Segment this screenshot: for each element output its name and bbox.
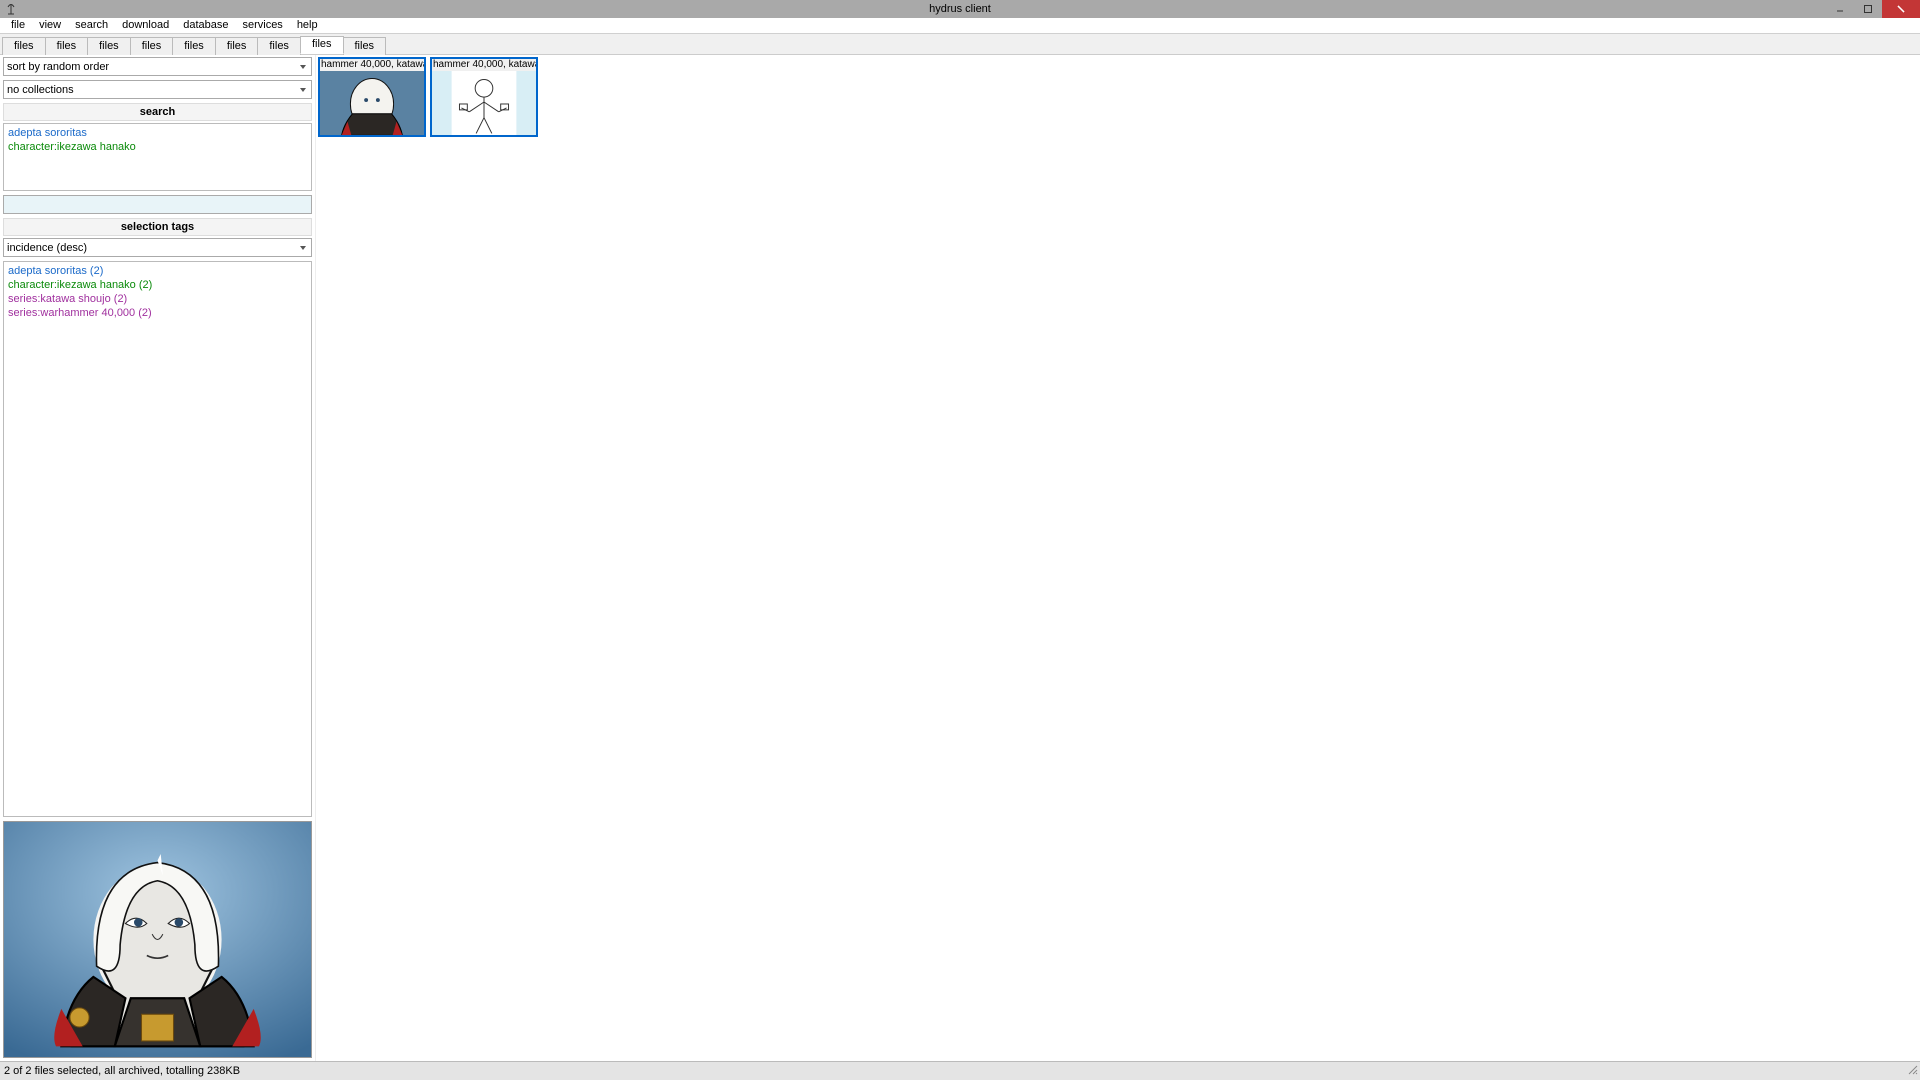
preview-image [4, 822, 311, 1057]
menu-download[interactable]: download [115, 18, 176, 33]
selection-sort-dropdown[interactable]: incidence (desc) [3, 238, 312, 257]
search-header: search [3, 103, 312, 121]
page-tab[interactable]: files [300, 36, 344, 54]
selection-tag[interactable]: character:ikezawa hanako (2) [8, 278, 307, 292]
maximize-button[interactable] [1854, 0, 1882, 18]
sidebar: sort by random order no collections sear… [0, 55, 316, 1061]
thumbnail-image [320, 71, 424, 135]
window-controls [1826, 0, 1920, 18]
menu-view[interactable]: view [32, 18, 68, 33]
selection-tag[interactable]: adepta sororitas (2) [8, 264, 307, 278]
thumbnail-image [432, 71, 536, 135]
statusbar: 2 of 2 files selected, all archived, tot… [0, 1061, 1920, 1080]
titlebar: hydrus client [0, 0, 1920, 18]
page-tab[interactable]: files [87, 37, 131, 55]
resize-grip-icon[interactable] [1906, 1063, 1918, 1078]
collections-dropdown-value: no collections [7, 84, 74, 96]
search-tag[interactable]: character:ikezawa hanako [8, 140, 307, 154]
menu-file[interactable]: file [4, 18, 32, 33]
sort-dropdown[interactable]: sort by random order [3, 57, 312, 76]
preview-panel[interactable] [3, 821, 312, 1058]
main-area: sort by random order no collections sear… [0, 55, 1920, 1061]
page-tab[interactable]: files [257, 37, 301, 55]
selection-sort-value: incidence (desc) [7, 242, 87, 254]
menu-database[interactable]: database [176, 18, 235, 33]
search-tag-list[interactable]: adepta sororitascharacter:ikezawa hanako [3, 123, 312, 191]
thumbnail-grid[interactable]: hammer 40,000, katawa sho hammer 40,000, … [316, 55, 1920, 1061]
minimize-button[interactable] [1826, 0, 1854, 18]
page-tab[interactable]: files [215, 37, 259, 55]
selection-tag-list[interactable]: adepta sororitas (2)character:ikezawa ha… [3, 261, 312, 817]
close-button[interactable] [1882, 0, 1920, 18]
tag-search-input[interactable] [3, 195, 312, 214]
search-tag[interactable]: adepta sororitas [8, 126, 307, 140]
page-tab[interactable]: files [2, 37, 46, 55]
selection-tag[interactable]: series:katawa shoujo (2) [8, 292, 307, 306]
thumbnail[interactable]: hammer 40,000, katawa sho [318, 57, 426, 137]
menubar: file view search download database servi… [0, 18, 1920, 34]
thumbnail[interactable]: hammer 40,000, katawa sho [430, 57, 538, 137]
page-tabs: filesfilesfilesfilesfilesfilesfilesfiles… [0, 34, 1920, 55]
thumbnail-label: hammer 40,000, katawa sho [320, 59, 424, 71]
page-tab[interactable]: files [45, 37, 89, 55]
status-text: 2 of 2 files selected, all archived, tot… [4, 1065, 240, 1077]
menu-help[interactable]: help [290, 18, 325, 33]
menu-search[interactable]: search [68, 18, 115, 33]
sort-dropdown-value: sort by random order [7, 61, 109, 73]
menu-services[interactable]: services [235, 18, 289, 33]
selection-tag[interactable]: series:warhammer 40,000 (2) [8, 306, 307, 320]
page-tab[interactable]: files [172, 37, 216, 55]
window-title: hydrus client [929, 3, 991, 15]
selection-tags-header: selection tags [3, 218, 312, 236]
thumbnail-label: hammer 40,000, katawa sho [432, 59, 536, 71]
page-tab[interactable]: files [343, 37, 387, 55]
app-icon [2, 0, 20, 18]
collections-dropdown[interactable]: no collections [3, 80, 312, 99]
page-tab[interactable]: files [130, 37, 174, 55]
